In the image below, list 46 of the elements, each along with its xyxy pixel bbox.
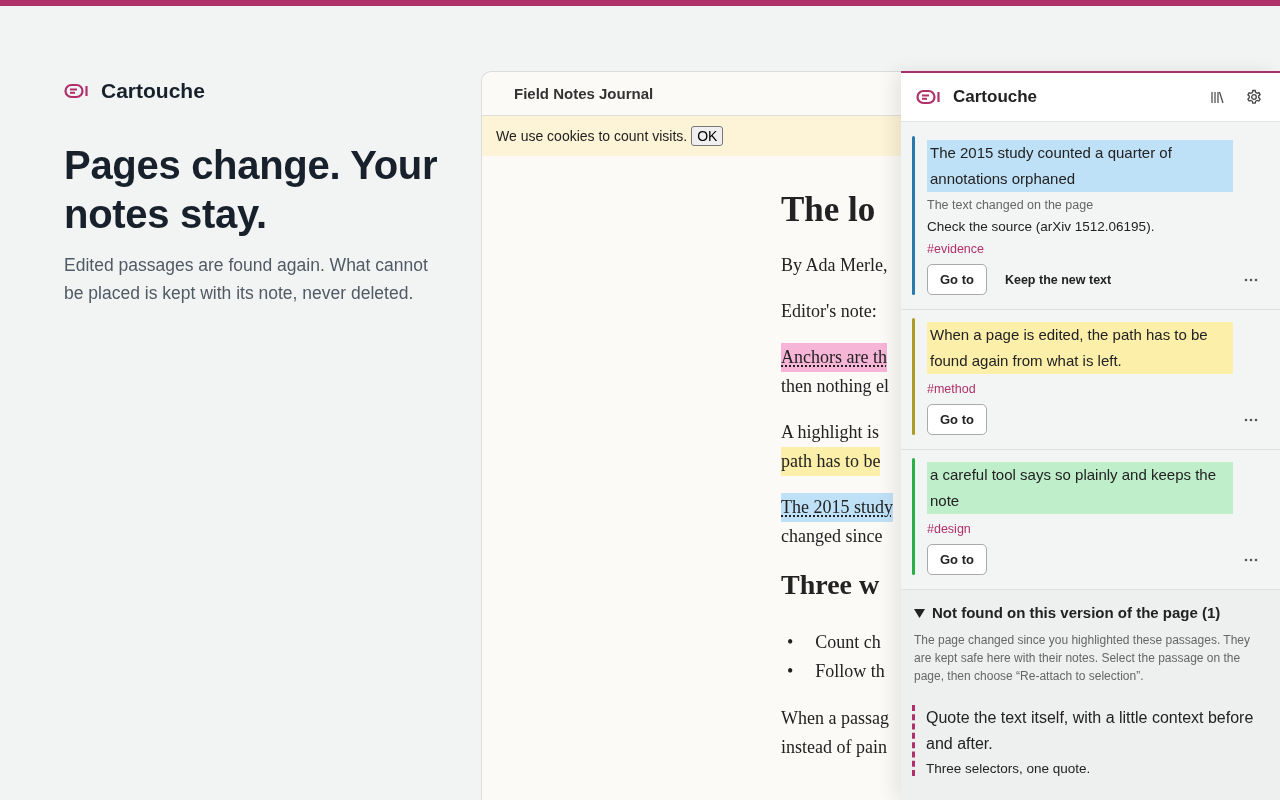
more-icon[interactable]: [1244, 557, 1258, 562]
highlighted-text: path has to be: [781, 447, 881, 476]
more-icon[interactable]: [1244, 277, 1258, 282]
article-text: When a passag: [781, 707, 889, 730]
section-heading[interactable]: Not found on this version of the page (1): [932, 604, 1221, 621]
library-icon[interactable]: [1210, 90, 1224, 104]
go-to-button[interactable]: Go to: [927, 264, 987, 295]
article-text: By Ada Merle,: [781, 254, 888, 277]
brand-name: Cartouche: [101, 79, 205, 103]
go-to-button[interactable]: Go to: [927, 544, 987, 575]
article-text: instead of pain: [781, 736, 887, 759]
list-item: Count ch: [815, 631, 881, 654]
article-text: changed since: [781, 525, 883, 548]
headline: Pages change. Your notes stay.: [64, 142, 439, 238]
cookie-message: We use cookies to count visits.: [496, 128, 688, 144]
section-description: The page changed since you highlighted these passages. They are kept safe here with their notes. Select the passage on the page, then choose “Re-attach to selection”.: [914, 632, 1252, 685]
go-to-button[interactable]: Go to: [927, 404, 987, 435]
tag-link[interactable]: #evidence: [927, 242, 1258, 256]
tag-link[interactable]: #design: [927, 522, 1258, 536]
orphaned-quote: Quote the text itself, with a little context before and after.: [926, 708, 1255, 754]
ok-button[interactable]: OK: [691, 126, 724, 146]
bullet: •: [787, 631, 794, 654]
tag-link[interactable]: #method: [927, 382, 1258, 396]
logo-icon: [64, 83, 90, 99]
lede: Edited passages are found again. What cannot be placed is kept with its note, never deleted.: [64, 254, 429, 305]
panel-title: Cartouche: [953, 87, 1039, 107]
keep-new-text-button[interactable]: Keep the new text: [1004, 272, 1112, 287]
highlighted-quote[interactable]: a careful tool says so plainly and keeps the note: [927, 462, 1233, 514]
highlighted-quote[interactable]: The 2015 study counted a quarter of annotations orphaned: [927, 140, 1233, 192]
highlighted-quote[interactable]: When a page is edited, the path has to be found again from what is left.: [927, 322, 1233, 374]
article-title: The lo: [781, 190, 877, 230]
section-heading: Three w: [781, 568, 881, 602]
list-item: Follow th: [815, 660, 885, 683]
settings-icon[interactable]: [1246, 89, 1262, 105]
more-icon[interactable]: [1244, 417, 1258, 422]
bullet: •: [787, 660, 794, 683]
article-text: then nothing el: [781, 375, 889, 398]
note-text: Check the source (arXiv 1512.06195).: [927, 219, 1156, 234]
highlighted-text: The 2015 study: [781, 493, 893, 522]
article-text: Editor's note:: [781, 300, 877, 323]
status-text: The text changed on the page: [927, 198, 1095, 212]
logo-icon: [916, 89, 942, 105]
note-text: Three selectors, one quote.: [926, 761, 1092, 776]
highlighted-text: Anchors are th: [781, 343, 887, 372]
article-text: A highlight is: [781, 421, 879, 444]
disclosure-triangle-icon[interactable]: [914, 607, 925, 618]
